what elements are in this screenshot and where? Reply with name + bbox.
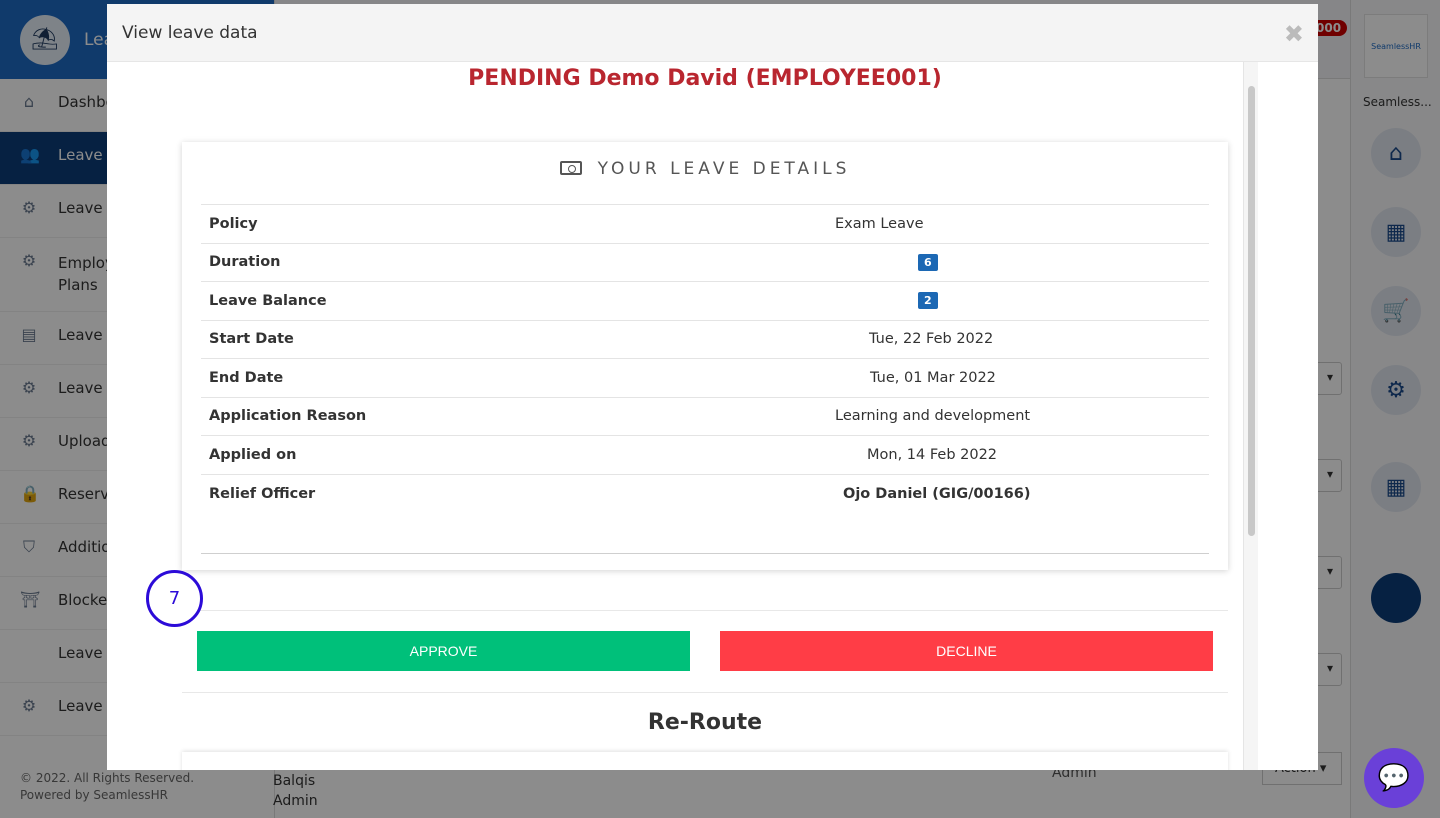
detail-value: Exam Leave (835, 215, 924, 232)
detail-label: Applied on (209, 446, 297, 463)
modal-title: View leave data (122, 22, 258, 43)
reroute-heading: Re-Route (647, 710, 763, 735)
divider (182, 610, 1228, 611)
table-row: Policy Exam Leave (201, 205, 1209, 244)
detail-value: Learning and development (835, 408, 1031, 425)
table-row: Relief Officer Ojo Daniel (GIG/00166) (201, 475, 1209, 514)
modal-header: View leave data ✖ (107, 4, 1318, 62)
card-title-text: YOUR LEAVE DETAILS (597, 159, 851, 179)
detail-label: Relief Officer (209, 486, 316, 502)
chat-icon[interactable]: 💬 (1364, 748, 1424, 808)
detail-label: Duration (209, 254, 281, 271)
detail-label: End Date (209, 369, 284, 386)
detail-value: Tue, 22 Feb 2022 (869, 331, 994, 348)
divider (182, 692, 1228, 693)
table-row: Start Date Tue, 22 Feb 2022 (201, 321, 1209, 359)
detail-label: Start Date (209, 331, 294, 348)
card-title: YOUR LEAVE DETAILS (182, 159, 1228, 179)
detail-label: Leave Balance (209, 292, 327, 309)
detail-label: Application Reason (209, 408, 367, 425)
leave-details-table: Policy Exam Leave Duration 6 Leave Balance… (201, 204, 1209, 554)
leave-balance-badge: 2 (918, 292, 938, 310)
step-marker: 7 (146, 570, 203, 627)
decline-button[interactable]: DECLINE (720, 631, 1213, 671)
scrollbar-thumb[interactable] (1248, 86, 1255, 536)
table-row: Leave Balance 2 (201, 282, 1209, 321)
table-row: Application Reason Learning and developme… (201, 398, 1209, 436)
detail-value: Tue, 01 Mar 2022 (870, 369, 996, 386)
relief-officer-value: Ojo Daniel (GIG/00166) (843, 486, 1031, 502)
detail-value: Mon, 14 Feb 2022 (867, 446, 998, 463)
modal-body: PENDING Demo David (EMPLOYEE001) YOUR LE… (107, 62, 1243, 770)
table-row: Applied on Mon, 14 Feb 2022 (201, 436, 1209, 475)
duration-badge: 6 (918, 253, 938, 271)
modal-scrollbar[interactable] (1243, 62, 1258, 770)
detail-label: Policy (209, 215, 258, 232)
money-icon (559, 161, 582, 175)
table-row: End Date Tue, 01 Mar 2022 (201, 359, 1209, 398)
approve-button[interactable]: APPROVE (197, 631, 690, 671)
leave-details-card: YOUR LEAVE DETAILS Policy Exam Leave Dura… (182, 142, 1228, 570)
close-icon[interactable]: ✖ (1284, 20, 1304, 48)
leave-data-modal: View leave data ✖ PENDING Demo David (EM… (107, 4, 1318, 770)
table-row: Duration 6 (201, 244, 1209, 282)
status-heading: PENDING Demo David (EMPLOYEE001) (468, 66, 942, 91)
reroute-card (182, 752, 1228, 770)
